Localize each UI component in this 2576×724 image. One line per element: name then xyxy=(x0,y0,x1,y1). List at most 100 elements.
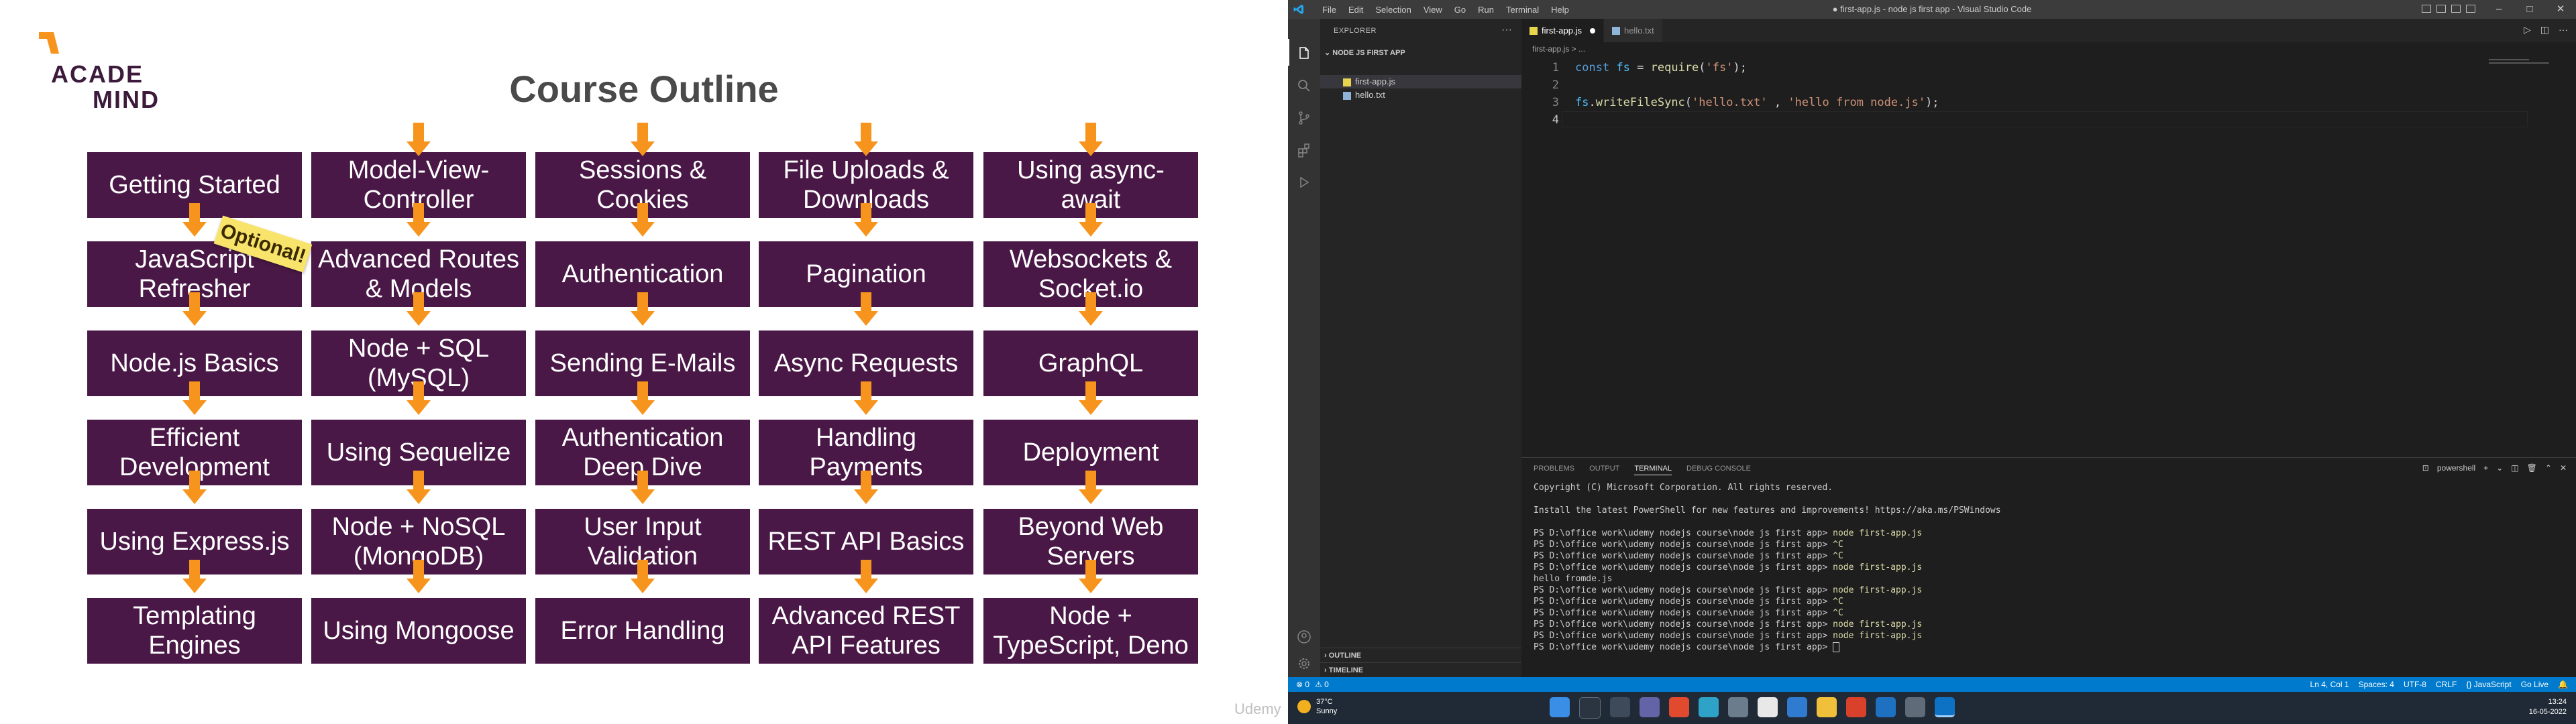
errors-count[interactable]: ⊗ 0 xyxy=(1296,677,1309,692)
unsaved-dot-icon[interactable] xyxy=(1589,27,1595,34)
chevron-right-icon: › xyxy=(1324,652,1329,660)
flow-arrow-icon xyxy=(631,292,655,326)
vscode-taskbar-icon[interactable] xyxy=(1935,697,1955,717)
menu-file[interactable]: File xyxy=(1316,5,1342,15)
explorer-icon[interactable] xyxy=(1296,46,1312,62)
time: 13:24 xyxy=(2548,698,2567,706)
trash-icon[interactable]: 🗑 xyxy=(2527,463,2537,473)
terminal-line: Install the latest PowerShell for new fe… xyxy=(1534,505,2001,516)
chevron-down-icon[interactable]: ⌄ xyxy=(2496,463,2503,473)
terminal-output[interactable]: Copyright (C) Microsoft Corporation. All… xyxy=(1534,482,2001,653)
terminal-prompt: Copyright (C) Microsoft Corporation. All… xyxy=(1534,483,1833,493)
new-terminal-icon[interactable]: + xyxy=(2483,463,2488,473)
outline-section[interactable]: › OUTLINE xyxy=(1320,648,1521,662)
flow-arrow-icon xyxy=(407,560,431,593)
file-item-hello-txt[interactable]: hello.txt xyxy=(1320,88,1521,102)
tab-first-app[interactable]: first-app.js xyxy=(1521,19,1604,42)
run-file-icon[interactable]: ▷ xyxy=(2524,24,2531,36)
flow-arrow-icon xyxy=(407,471,431,504)
menu-selection[interactable]: Selection xyxy=(1369,5,1417,15)
maximize-button[interactable]: □ xyxy=(2514,0,2545,19)
customize-layout-icon[interactable] xyxy=(2466,5,2475,13)
start-icon[interactable] xyxy=(1550,697,1570,717)
timeline-section[interactable]: › TIMELINE xyxy=(1320,662,1521,677)
menu-go[interactable]: Go xyxy=(1448,5,1472,15)
office-icon[interactable] xyxy=(1846,697,1866,717)
slide-title: Course Outline xyxy=(509,68,779,110)
menu-terminal[interactable]: Terminal xyxy=(1500,5,1545,15)
toggle-secondary-sidebar-icon[interactable] xyxy=(2451,5,2461,13)
notifications-bell-icon[interactable]: 🔔 xyxy=(2558,677,2568,692)
run-debug-icon[interactable] xyxy=(1296,174,1312,190)
maximize-panel-icon[interactable]: ⌃ xyxy=(2545,463,2552,473)
task-view-icon[interactable] xyxy=(1610,697,1630,717)
flow-arrow-icon xyxy=(1079,381,1103,415)
code-editor[interactable]: 1 const fs = require('fs'); 2 3 fs.write… xyxy=(1521,59,2528,129)
tab-problems[interactable]: PROBLEMS xyxy=(1534,465,1574,475)
terminal-prompt: PS D:\office work\udemy nodejs course\no… xyxy=(1534,597,1833,607)
line-ending[interactable]: CRLF xyxy=(2436,677,2457,692)
edge-icon[interactable] xyxy=(1699,697,1719,717)
encoding[interactable]: UTF-8 xyxy=(2404,677,2426,692)
line-number: 3 xyxy=(1552,96,1559,109)
editor-more-icon[interactable]: ··· xyxy=(2559,24,2568,36)
tab-debug-console[interactable]: DEBUG CONSOLE xyxy=(1686,465,1751,475)
minimap[interactable] xyxy=(2489,59,2563,72)
account-icon[interactable] xyxy=(1296,629,1312,645)
indentation[interactable]: Spaces: 4 xyxy=(2359,677,2394,692)
language-mode[interactable]: {} JavaScript xyxy=(2466,677,2511,692)
menu-view[interactable]: View xyxy=(1417,5,1448,15)
menu-bar: File Edit Selection View Go Run Terminal… xyxy=(1316,0,1575,19)
code-text: fs.writeFileSync('hello.txt' , 'hello fr… xyxy=(1575,96,1939,109)
tab-output[interactable]: OUTPUT xyxy=(1589,465,1619,475)
flow-arrow-icon xyxy=(1079,292,1103,326)
warnings-count[interactable]: ⚠ 0 xyxy=(1315,677,1329,692)
weather-widget[interactable]: 37°C Sunny xyxy=(1297,697,1337,716)
search-icon[interactable] xyxy=(1579,697,1601,719)
more-actions-icon[interactable]: ··· xyxy=(1501,24,1512,36)
flow-arrow-icon xyxy=(407,123,431,156)
chrome-icon[interactable] xyxy=(1669,697,1689,717)
teams-icon[interactable] xyxy=(1640,697,1660,717)
split-editor-icon[interactable]: ◫ xyxy=(2540,24,2549,36)
tab-terminal[interactable]: TERMINAL xyxy=(1634,465,1672,475)
outlook-icon[interactable] xyxy=(1876,697,1896,717)
breadcrumb[interactable]: first-app.js > ... xyxy=(1532,44,1585,54)
weather-condition: Sunny xyxy=(1316,707,1338,715)
toggle-sidebar-icon[interactable] xyxy=(2422,5,2431,13)
split-terminal-icon[interactable]: ◫ xyxy=(2511,463,2518,473)
flow-arrow-icon xyxy=(407,381,431,415)
app-l-icon[interactable] xyxy=(1787,697,1807,717)
flow-arrow-icon xyxy=(631,203,655,237)
snipping-tool-icon[interactable] xyxy=(1905,697,1925,717)
terminal-prompt: PS D:\office work\udemy nodejs course\no… xyxy=(1534,619,1833,629)
minimize-button[interactable]: – xyxy=(2483,0,2514,19)
terminal-prompt: PS D:\office work\udemy nodejs course\no… xyxy=(1534,631,1833,641)
js-file-icon xyxy=(1529,26,1538,35)
terminal-shell-name[interactable]: powershell xyxy=(2437,463,2475,473)
tab-hello-txt[interactable]: hello.txt xyxy=(1603,19,1663,42)
terminal-prompt: PS D:\office work\udemy nodejs course\no… xyxy=(1534,562,1833,572)
system-clock[interactable]: 13:24 16-05-2022 xyxy=(2529,697,2567,717)
flow-arrow-icon xyxy=(182,292,207,326)
menu-help[interactable]: Help xyxy=(1545,5,1575,15)
source-control-icon[interactable] xyxy=(1296,110,1312,126)
settings-gear-icon[interactable] xyxy=(1296,656,1312,672)
toggle-panel-icon[interactable] xyxy=(2436,5,2446,13)
search-icon[interactable] xyxy=(1296,78,1312,94)
tab-label: hello.txt xyxy=(1623,25,1654,36)
project-folder[interactable]: ⌄ NODE JS FIRST APP xyxy=(1320,46,1521,60)
cursor-position[interactable]: Ln 4, Col 1 xyxy=(2310,677,2349,692)
close-panel-icon[interactable]: ✕ xyxy=(2560,463,2567,473)
course-topic-box: Node + TypeScript, Deno xyxy=(983,598,1198,664)
extensions-icon[interactable] xyxy=(1296,142,1312,158)
close-window-button[interactable]: ✕ xyxy=(2545,0,2576,19)
menu-run[interactable]: Run xyxy=(1472,5,1500,15)
go-live-button[interactable]: Go Live xyxy=(2521,677,2548,692)
file-item-first-app[interactable]: first-app.js xyxy=(1320,75,1521,88)
file-explorer-icon[interactable] xyxy=(1817,697,1837,717)
app-icon[interactable] xyxy=(1728,697,1748,717)
terminal-line: PS D:\office work\udemy nodejs course\no… xyxy=(1534,596,2001,607)
store-icon[interactable] xyxy=(1758,697,1778,717)
menu-edit[interactable]: Edit xyxy=(1342,5,1369,15)
